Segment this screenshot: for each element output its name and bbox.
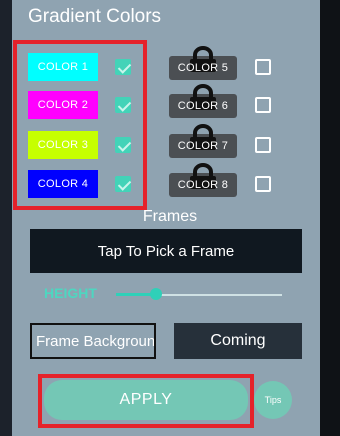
coming-button[interactable]: Coming: [174, 323, 302, 359]
color-2-checkbox[interactable]: [115, 97, 131, 113]
pick-frame-button[interactable]: Tap To Pick a Frame: [30, 229, 302, 273]
color-8-button[interactable]: COLOR 8: [169, 163, 237, 197]
color-4-button[interactable]: COLOR 4: [28, 170, 98, 198]
color-5-label: COLOR 5: [177, 62, 229, 74]
color-6-checkbox[interactable]: [255, 97, 271, 113]
color-6-label: COLOR 6: [177, 100, 229, 112]
color-8-label: COLOR 8: [177, 179, 229, 191]
color-7-label: COLOR 7: [177, 140, 229, 152]
color-5-checkbox[interactable]: [255, 59, 271, 75]
frames-label: Frames: [142, 208, 198, 225]
color-7-button[interactable]: COLOR 7: [169, 124, 237, 158]
apply-button[interactable]: APPLY: [44, 380, 248, 420]
panel-title: Gradient Colors: [28, 6, 162, 27]
height-slider-thumb[interactable]: [150, 288, 162, 300]
color-1-checkbox[interactable]: [115, 59, 131, 75]
color-7-checkbox[interactable]: [255, 137, 271, 153]
color-2-button[interactable]: COLOR 2: [28, 91, 98, 119]
color-4-checkbox[interactable]: [115, 176, 131, 192]
color-3-button[interactable]: COLOR 3: [28, 131, 98, 159]
color-8-checkbox[interactable]: [255, 176, 271, 192]
tips-button[interactable]: Tips: [254, 381, 292, 419]
color-5-button[interactable]: COLOR 5: [169, 46, 237, 80]
color-3-checkbox[interactable]: [115, 137, 131, 153]
frame-background-button[interactable]: Frame Background: [30, 323, 156, 359]
color-1-button[interactable]: COLOR 1: [28, 53, 98, 81]
color-6-button[interactable]: COLOR 6: [169, 84, 237, 118]
height-label: HEIGHT: [44, 285, 97, 301]
